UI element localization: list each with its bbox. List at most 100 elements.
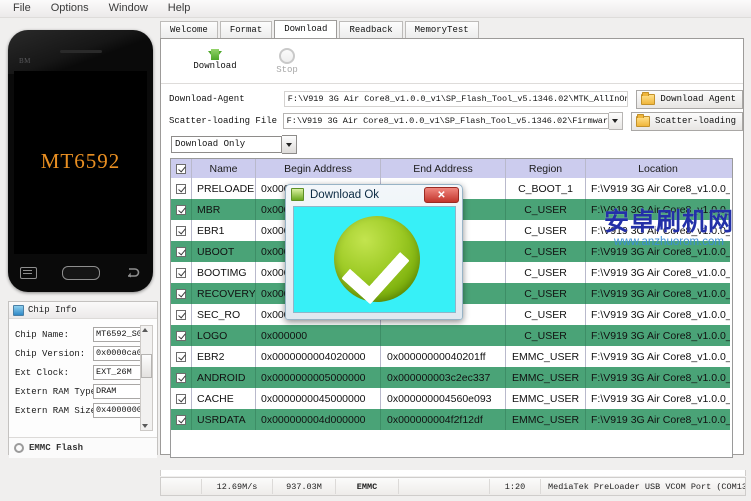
header-end-address[interactable]: End Address	[381, 159, 506, 178]
cell-name: BOOTIMG	[192, 262, 256, 283]
extern-ram-type-value[interactable]: DRAM	[93, 384, 147, 399]
download-agent-input[interactable]: F:\V919 3G Air Core8_v1.0.0_v1\SP_Flash_…	[283, 91, 629, 107]
row-checkbox-cell[interactable]	[171, 409, 192, 430]
chip-version-value[interactable]: 0x0000ca00	[93, 346, 147, 361]
phone-chip-logo: MT6592	[40, 149, 121, 173]
check-icon	[334, 216, 420, 305]
folder-icon	[635, 113, 650, 127]
menu-item-help[interactable]: Help	[159, 1, 200, 16]
tab-download[interactable]: Download	[274, 20, 338, 38]
cell-region: EMMC_USER	[506, 346, 586, 367]
row-checkbox[interactable]	[176, 204, 186, 215]
row-checkbox-cell[interactable]	[171, 304, 192, 325]
chip-info-footer: EMMC Flash	[9, 437, 157, 458]
chip-info-scrollbar[interactable]	[140, 325, 153, 431]
menu-item-file[interactable]: File	[4, 1, 40, 16]
chip-info-row: Chip Name: MT6592_S00	[9, 325, 157, 344]
download-button-label: Download	[193, 61, 237, 71]
row-checkbox[interactable]	[176, 330, 186, 341]
stop-button[interactable]: Stop	[251, 47, 323, 75]
select-all-checkbox[interactable]	[176, 163, 186, 174]
header-name[interactable]: Name	[192, 159, 256, 178]
menu-item-window[interactable]: Window	[100, 1, 157, 16]
row-checkbox-cell[interactable]	[171, 199, 192, 220]
cell-begin-address: 0x0000000045000000	[256, 388, 381, 409]
scatter-loading-browse-button[interactable]: Scatter-loading	[630, 111, 743, 131]
extern-ram-size-label: Extern RAM Size:	[15, 405, 102, 416]
header-select-all[interactable]	[171, 159, 192, 178]
row-checkbox[interactable]	[176, 246, 186, 257]
download-mode-dropdown-toggle[interactable]	[282, 135, 297, 154]
scroll-down-icon[interactable]	[142, 424, 148, 428]
cell-name: SEC_RO	[192, 304, 256, 325]
row-checkbox[interactable]	[176, 309, 186, 320]
row-checkbox[interactable]	[176, 351, 186, 362]
status-blank-0	[161, 479, 202, 494]
download-agent-browse-button[interactable]: Download Agent	[636, 89, 743, 109]
menu-item-options[interactable]: Options	[42, 1, 98, 16]
row-checkbox-cell[interactable]	[171, 367, 192, 388]
table-row[interactable]: EBR2 0x0000000004020000 0x00000000040201ff…	[171, 346, 730, 367]
chip-name-value[interactable]: MT6592_S00	[93, 327, 147, 342]
download-mode-row: Download Only	[171, 135, 743, 154]
download-button[interactable]: Download	[179, 49, 251, 71]
scrollbar-thumb[interactable]	[141, 354, 152, 378]
row-checkbox[interactable]	[176, 393, 186, 404]
scatter-loading-label: Scatter-loading File	[169, 116, 278, 126]
tab-bar: Welcome Format Download Readback MemoryT…	[160, 20, 744, 38]
cell-name: PRELOADER	[192, 178, 256, 199]
close-icon[interactable]: ✕	[424, 187, 459, 203]
cell-begin-address: 0x000000	[256, 325, 381, 346]
row-checkbox[interactable]	[176, 288, 186, 299]
tab-format[interactable]: Format	[219, 21, 273, 38]
folder-icon	[641, 91, 656, 105]
tab-readback[interactable]: Readback	[339, 21, 403, 38]
header-begin-address[interactable]: Begin Address	[256, 159, 381, 178]
status-time: 1:20	[490, 479, 541, 494]
scatter-loading-dropdown-toggle[interactable]	[608, 112, 623, 130]
row-checkbox-cell[interactable]	[171, 346, 192, 367]
chevron-down-icon	[612, 119, 619, 123]
row-checkbox[interactable]	[176, 267, 186, 278]
row-checkbox-cell[interactable]	[171, 220, 192, 241]
row-checkbox-cell[interactable]	[171, 325, 192, 346]
cell-location: F:\V919 3G Air Core8_v1.0.0_v1\SP_Flash_…	[591, 182, 730, 195]
cell-region: C_USER	[506, 241, 586, 262]
download-mode-select[interactable]: Download Only	[171, 136, 282, 153]
dialog-title-bar[interactable]: Download Ok ✕	[286, 185, 462, 204]
cell-name: ANDROID	[192, 367, 256, 388]
row-checkbox[interactable]	[176, 414, 186, 425]
header-region[interactable]: Region	[506, 159, 586, 178]
ext-clock-value[interactable]: EXT_26M	[93, 365, 147, 380]
table-row[interactable]: USRDATA 0x000000004d000000 0x000000004f2f1…	[171, 409, 730, 430]
row-checkbox[interactable]	[176, 225, 186, 236]
tab-welcome[interactable]: Welcome	[160, 21, 218, 38]
table-row[interactable]: LOGO 0x000000 C_USER F:\V919 3G Air Core8_v…	[171, 325, 730, 346]
row-checkbox-cell[interactable]	[171, 262, 192, 283]
row-checkbox-cell[interactable]	[171, 178, 192, 199]
cell-begin-address: 0x0000000005000000	[256, 367, 381, 388]
cell-region: C_USER	[506, 262, 586, 283]
flash-type-label: EMMC Flash	[29, 443, 84, 453]
status-speed: 12.69M/s	[202, 479, 273, 494]
tab-memorytest[interactable]: MemoryTest	[404, 21, 479, 38]
header-location[interactable]: Location	[586, 159, 730, 178]
scatter-loading-row: Scatter-loading File F:\V919 3G Air Core…	[161, 110, 743, 132]
row-checkbox-cell[interactable]	[171, 283, 192, 304]
table-row[interactable]: CACHE 0x0000000045000000 0x000000004560e09…	[171, 388, 730, 409]
scatter-loading-input[interactable]: F:\V919 3G Air Core8_v1.0.0_v1\SP_Flash_…	[282, 113, 609, 129]
cell-location: F:\V919 3G Air Core8_v1.0.0_v1\SP_Flash_…	[591, 287, 730, 300]
chip-info-row: Chip Version: 0x0000ca00	[9, 344, 157, 363]
status-port: MediaTek PreLoader USB VCOM Port (COM13)	[548, 481, 745, 492]
dialog-title-text: Download Ok	[310, 188, 380, 201]
scroll-up-icon[interactable]	[142, 328, 148, 332]
table-row[interactable]: ANDROID 0x0000000005000000 0x000000003c2ec…	[171, 367, 730, 388]
row-checkbox-cell[interactable]	[171, 388, 192, 409]
row-checkbox[interactable]	[176, 183, 186, 194]
cell-location: F:\V919 3G Air Core8_v1.0.0_v1\SP_Flash_…	[591, 392, 730, 405]
extern-ram-size-value[interactable]: 0x40000000	[93, 403, 147, 418]
cell-name: MBR	[192, 199, 256, 220]
chip-version-label: Chip Version:	[15, 348, 86, 359]
row-checkbox[interactable]	[176, 372, 186, 383]
row-checkbox-cell[interactable]	[171, 241, 192, 262]
